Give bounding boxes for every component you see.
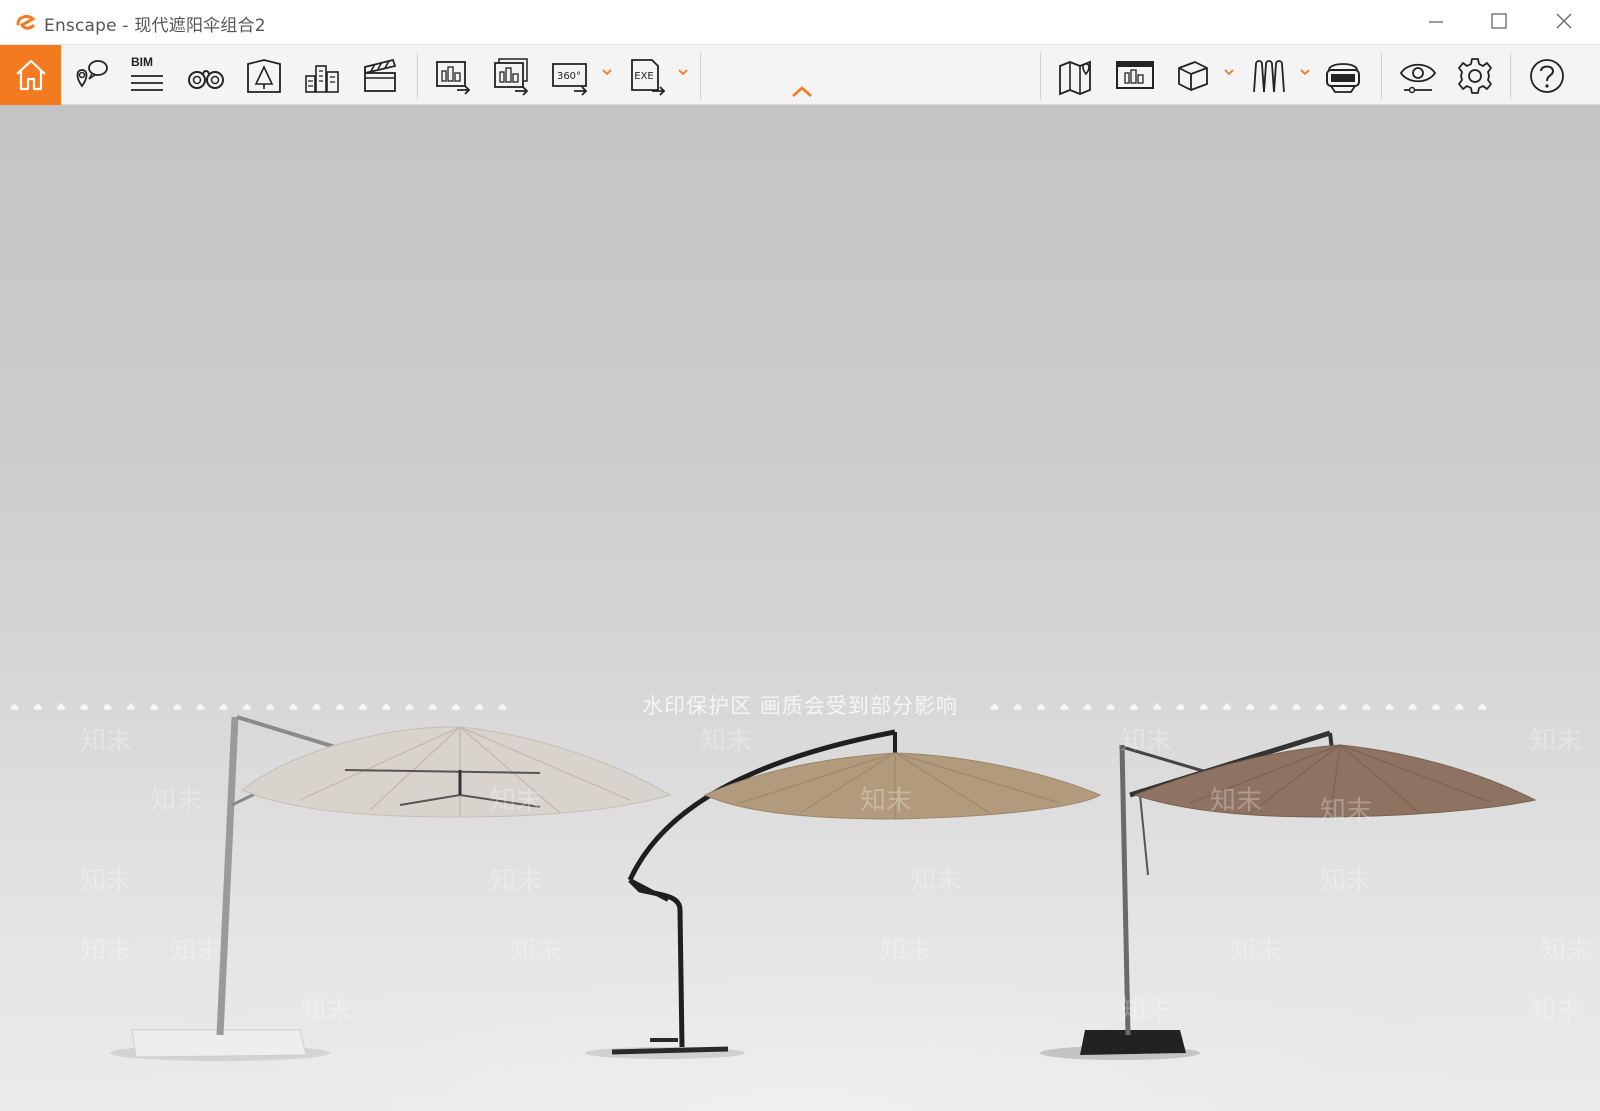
vr-headset-icon xyxy=(1326,63,1360,93)
cube-dropdown-chevron-icon[interactable] xyxy=(1222,65,1236,79)
toolbar-separator xyxy=(1510,53,1511,99)
binoculars-icon xyxy=(188,70,224,89)
toolbar-separator xyxy=(417,53,418,99)
batch-render-icon xyxy=(494,58,529,96)
views-icon xyxy=(76,60,108,88)
maximize-button[interactable] xyxy=(1468,0,1532,45)
bim-label: BIM xyxy=(131,55,153,69)
panorama-icon: 360° xyxy=(552,63,588,96)
exe-export-button[interactable]: EXE xyxy=(623,51,673,99)
walk-mode-button[interactable] xyxy=(181,51,231,99)
presentation-button[interactable] xyxy=(1110,51,1160,99)
asset-library-button[interactable] xyxy=(1245,51,1295,99)
map-icon xyxy=(1059,60,1091,96)
umbrella-scene xyxy=(0,715,1600,1111)
atlas-icon xyxy=(247,59,281,93)
cube-view-button[interactable] xyxy=(1168,51,1218,99)
exe-dropdown-chevron-icon[interactable] xyxy=(676,65,690,79)
document-name: 现代遮阳伞组合2 xyxy=(134,16,266,36)
visual-settings-button[interactable] xyxy=(1393,51,1443,99)
buildings-button[interactable] xyxy=(297,51,347,99)
help-button[interactable] xyxy=(1520,51,1570,99)
vr-headset-button[interactable] xyxy=(1318,51,1368,99)
views-button[interactable] xyxy=(65,51,115,99)
batch-render-button[interactable] xyxy=(486,51,536,99)
help-icon xyxy=(1530,59,1564,93)
watermark-banner: 水印保护区 画质会受到部分影响 xyxy=(642,694,958,718)
title-separator: - xyxy=(116,16,135,36)
render-viewport[interactable]: ◆◆◆◆◆◆◆◆◆◆◆◆◆◆◆◆◆◆◆◆◆◆ ◆◆◆◆◆◆◆◆◆◆◆◆◆◆◆◆◆… xyxy=(0,105,1600,1111)
screenshot-icon xyxy=(436,61,471,95)
toolbar-separator xyxy=(1381,53,1382,99)
minimize-button[interactable] xyxy=(1405,0,1469,45)
screenshot-button[interactable] xyxy=(428,51,478,99)
enscape-logo-icon xyxy=(14,11,38,35)
chevron-up-icon xyxy=(792,86,812,97)
atlas-button[interactable] xyxy=(239,51,289,99)
visual-settings-icon xyxy=(1399,63,1437,94)
toolbar-separator xyxy=(1040,53,1041,99)
window-title: Enscape - 现代遮阳伞组合2 xyxy=(44,11,266,36)
gear-icon xyxy=(1458,58,1492,94)
presentation-icon xyxy=(1116,61,1154,89)
exe-label: EXE xyxy=(634,71,654,82)
home-button[interactable] xyxy=(0,45,61,105)
app-name: Enscape xyxy=(44,16,117,36)
close-icon xyxy=(1556,13,1572,29)
settings-button[interactable] xyxy=(1450,51,1500,99)
title-bar: Enscape - 现代遮阳伞组合2 xyxy=(0,0,1600,45)
exe-export-icon: EXE xyxy=(631,59,666,96)
collapse-toolbar-button[interactable] xyxy=(788,82,816,102)
close-button[interactable] xyxy=(1533,0,1597,45)
buildings-icon xyxy=(305,65,339,93)
video-editor-icon xyxy=(364,58,397,92)
asset-library-icon xyxy=(1253,60,1285,93)
map-button[interactable] xyxy=(1051,51,1101,99)
main-toolbar: BIM 360° EXE xyxy=(0,45,1600,105)
panorama-dropdown-chevron-icon[interactable] xyxy=(600,65,614,79)
minimize-icon xyxy=(1429,21,1443,23)
toolbar-separator xyxy=(700,53,701,99)
panorama-button[interactable]: 360° xyxy=(545,51,595,99)
maximize-icon xyxy=(1491,13,1507,29)
home-icon xyxy=(16,59,46,91)
cube-icon xyxy=(1178,61,1208,91)
video-editor-button[interactable] xyxy=(355,51,405,99)
panorama-label: 360° xyxy=(557,71,581,82)
asset-dropdown-chevron-icon[interactable] xyxy=(1298,65,1312,79)
